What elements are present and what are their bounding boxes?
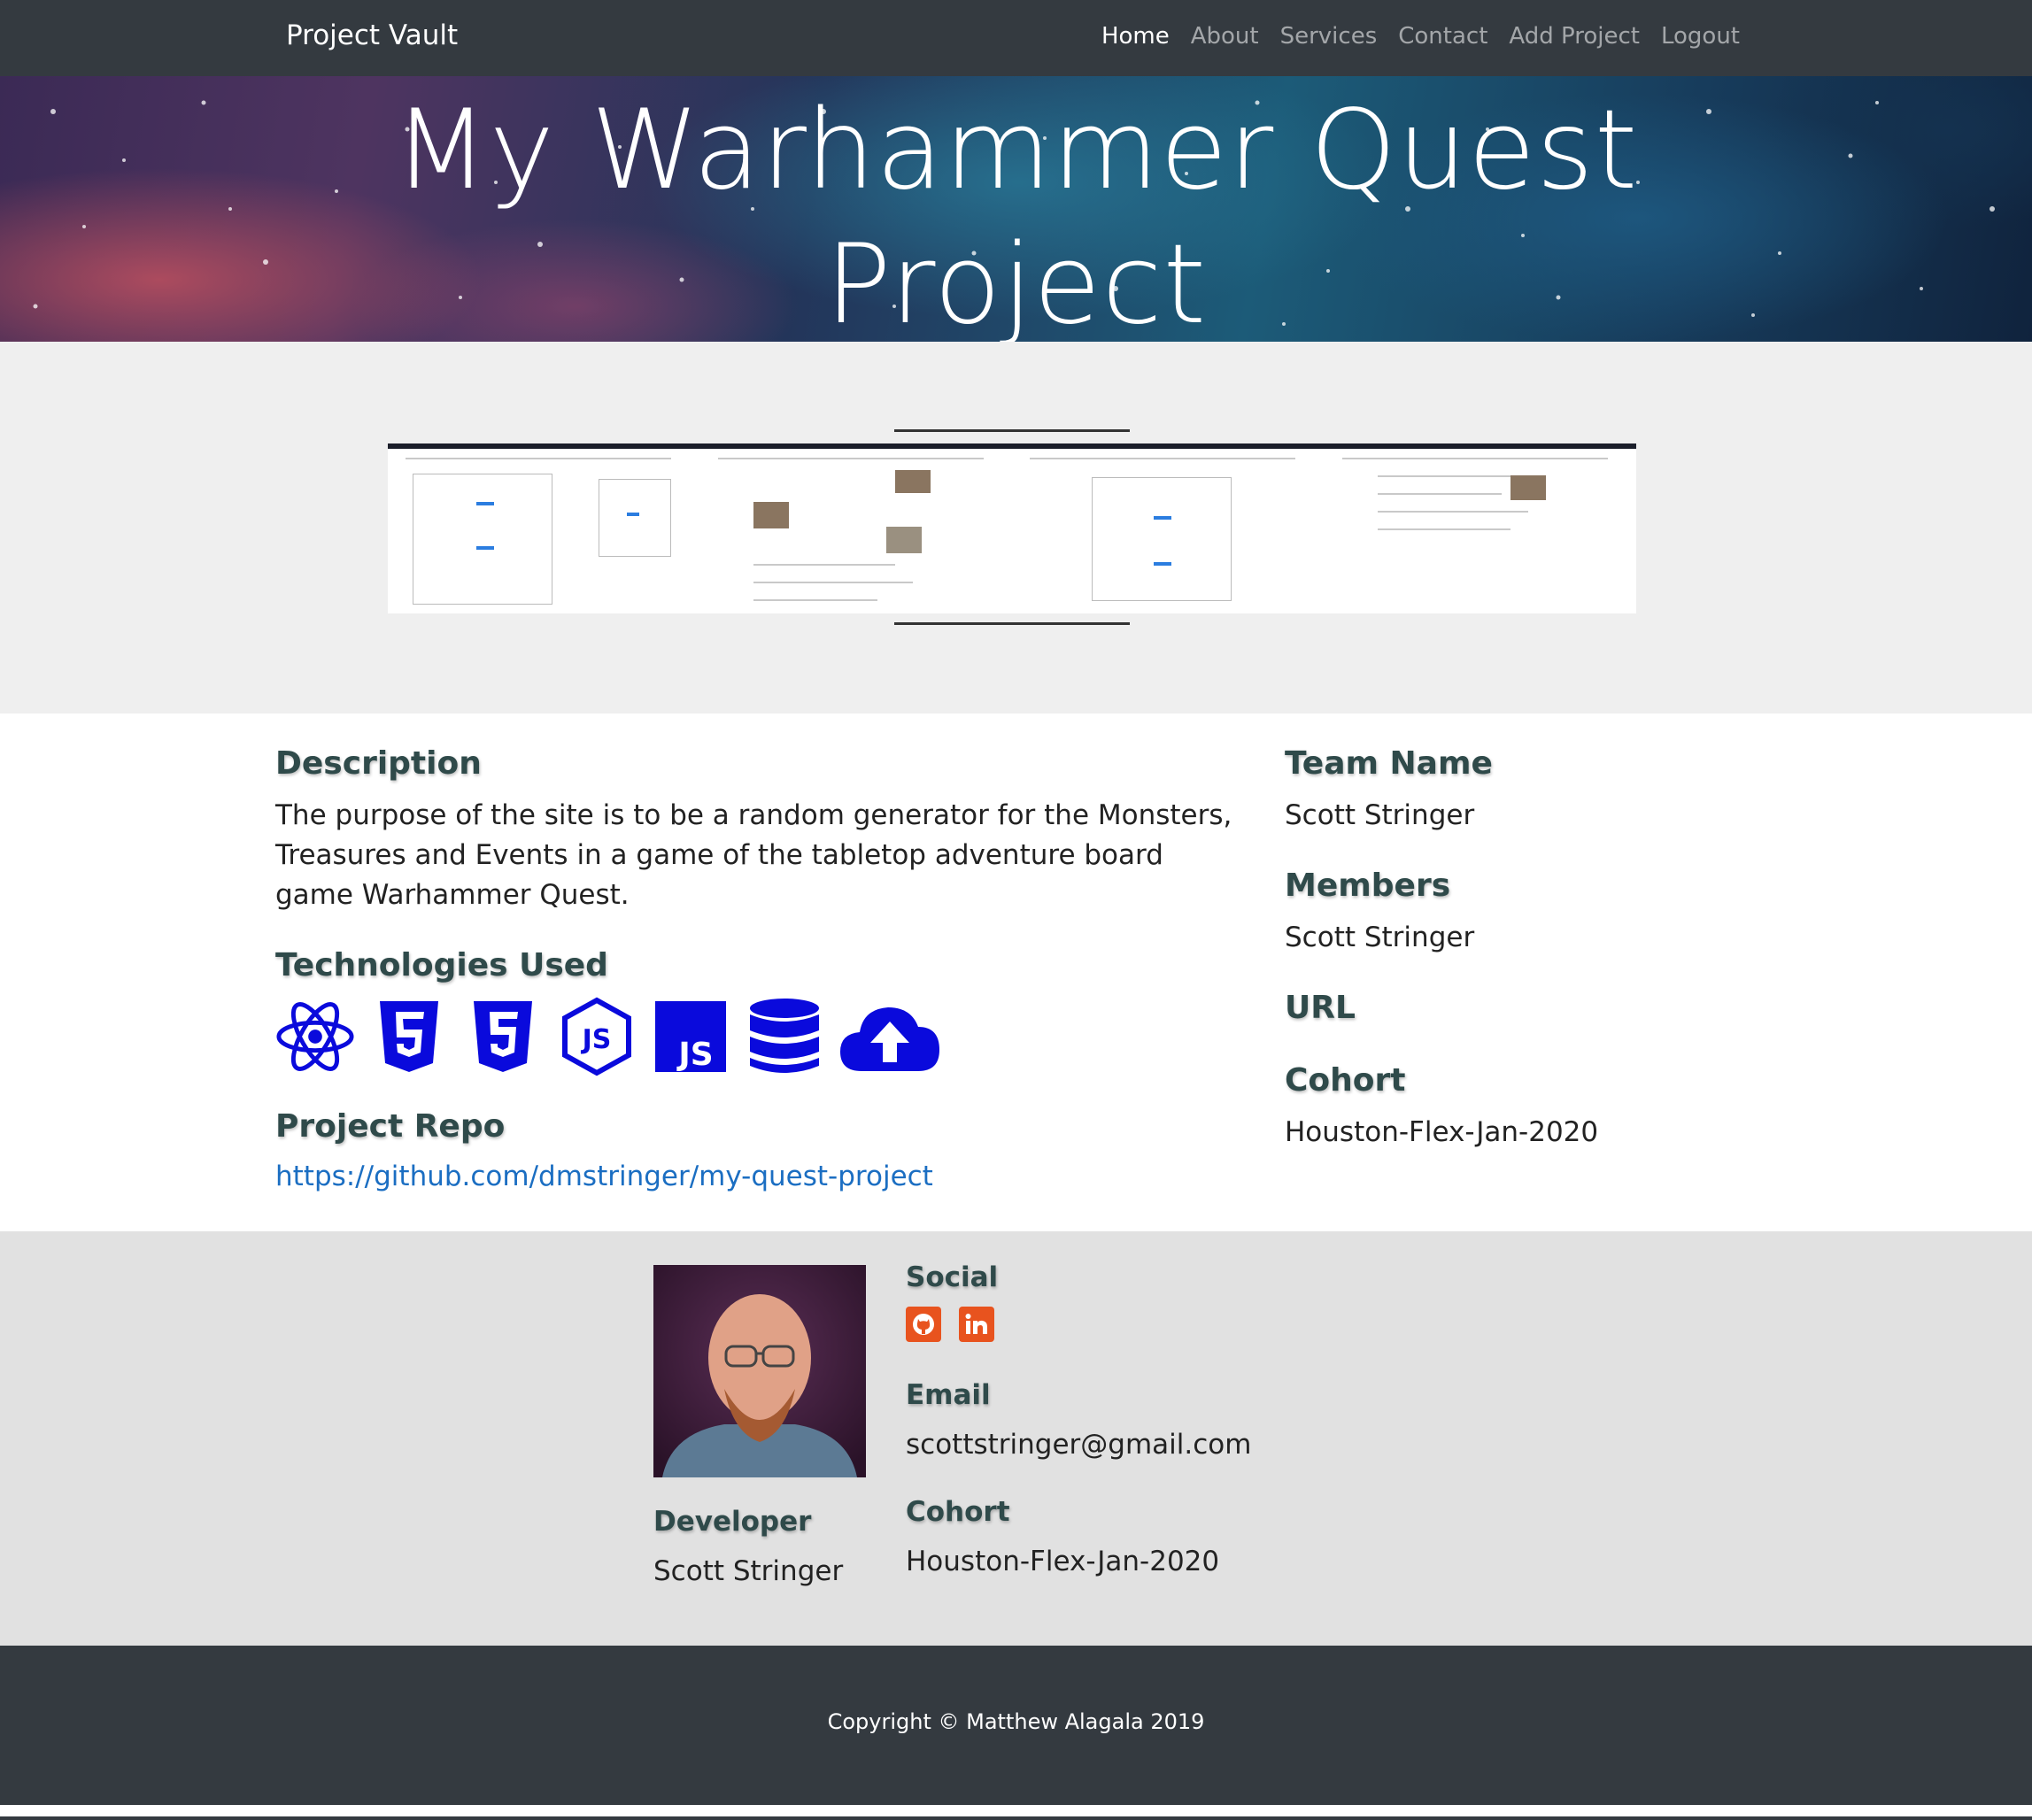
- project-screenshots: [388, 443, 1636, 613]
- svg-text:JS: JS: [676, 1037, 713, 1072]
- nav-services[interactable]: Services: [1280, 23, 1378, 50]
- screenshot-section: [0, 342, 2032, 713]
- screenshot-about: [699, 443, 1012, 613]
- footer: Copyright © Matthew Alagala 2019: [0, 1646, 2032, 1805]
- team-name-value: Scott Stringer: [1285, 799, 1475, 831]
- divider-bottom: [894, 622, 1130, 625]
- project-repo-heading: Project Repo: [275, 1108, 506, 1145]
- members-value: Scott Stringer: [1285, 922, 1475, 953]
- social-heading: Social: [906, 1261, 999, 1293]
- developer-heading: Developer: [653, 1506, 812, 1538]
- react-icon: [275, 997, 355, 1076]
- members-heading: Members: [1285, 868, 1451, 904]
- developer-name: Scott Stringer: [653, 1555, 844, 1587]
- screenshot-monster-list: [388, 443, 700, 613]
- project-cohort-heading: Cohort: [1285, 1062, 1406, 1099]
- css3-icon: [463, 997, 543, 1076]
- screenshot-events-list: [1012, 443, 1325, 613]
- copyright-text: Copyright © Matthew Alagala 2019: [827, 1709, 1205, 1734]
- html5-icon: [369, 997, 449, 1076]
- screenshot-welcome: [1324, 443, 1636, 613]
- javascript-icon: JS: [651, 997, 730, 1076]
- brand-link[interactable]: Project Vault: [286, 19, 458, 51]
- page-title-line-2: Project: [824, 221, 1208, 342]
- nav-logout[interactable]: Logout: [1661, 23, 1740, 50]
- page-title: My Warhammer Quest Project: [0, 83, 2032, 342]
- developer-cohort-value: Houston-Flex-Jan-2020: [906, 1546, 1220, 1577]
- project-repo-link[interactable]: https://github.com/dmstringer/my-quest-p…: [275, 1161, 933, 1192]
- developer-section: Developer Scott Stringer Social Email sc…: [0, 1231, 2032, 1646]
- team-name-heading: Team Name: [1285, 745, 1493, 782]
- developer-photo: [653, 1265, 866, 1477]
- navbar: Project Vault Home About Services Contac…: [0, 0, 2032, 76]
- nav-add-project[interactable]: Add Project: [1509, 23, 1640, 50]
- project-details: Description The purpose of the site is t…: [0, 713, 2032, 1231]
- nav-contact[interactable]: Contact: [1398, 23, 1487, 50]
- technologies-heading: Technologies Used: [275, 947, 608, 983]
- hero-banner: My Warhammer Quest Project: [0, 76, 2032, 342]
- nav-home[interactable]: Home: [1101, 23, 1170, 50]
- project-cohort-value: Houston-Flex-Jan-2020: [1285, 1116, 1599, 1148]
- description-text: The purpose of the site is to be a rando…: [275, 799, 1232, 911]
- nav-links: Home About Services Contact Add Project …: [1101, 23, 1740, 50]
- nodejs-icon: JS: [557, 997, 637, 1076]
- linkedin-icon[interactable]: [959, 1307, 994, 1342]
- email-value: scottstringer@gmail.com: [906, 1429, 1252, 1461]
- nav-about[interactable]: About: [1191, 23, 1259, 50]
- cloud-upload-icon: [838, 997, 941, 1076]
- url-heading: URL: [1285, 990, 1356, 1026]
- svg-text:JS: JS: [581, 1024, 612, 1055]
- description-heading: Description: [275, 745, 482, 782]
- database-icon: [745, 997, 824, 1076]
- github-icon[interactable]: [906, 1307, 941, 1342]
- bottom-border: [0, 1816, 2032, 1820]
- developer-cohort-heading: Cohort: [906, 1496, 1010, 1528]
- page-title-line-1: My Warhammer Quest: [393, 87, 1639, 214]
- technologies-list: JS JS: [275, 997, 941, 1076]
- social-links: [906, 1307, 994, 1342]
- email-heading: Email: [906, 1379, 991, 1411]
- divider-top: [894, 429, 1130, 432]
